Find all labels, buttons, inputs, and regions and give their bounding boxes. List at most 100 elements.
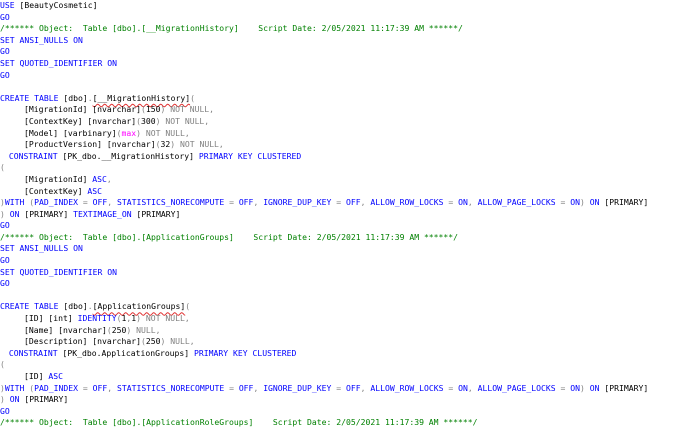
code-line[interactable]: (	[0, 162, 680, 174]
code-token: NULL,	[131, 324, 161, 335]
code-line[interactable]: [ID] [int] IDENTITY(1,1) NOT NULL,	[0, 313, 680, 325]
code-line[interactable]: GO	[0, 406, 680, 418]
code-token: SET QUOTED_IDENTIFIER ON	[0, 266, 117, 277]
code-line[interactable]: [ContextKey] [nvarchar](300) NOT NULL,	[0, 116, 680, 128]
code-line[interactable]: GO	[0, 255, 680, 267]
code-line[interactable]: )WITH (PAD_INDEX = OFF, STATISTICS_NOREC…	[0, 383, 680, 395]
code-token: [PRIMARY]	[24, 208, 69, 219]
code-token: STATISTICS_NORECOMPUTE	[116, 197, 230, 208]
code-line[interactable]: SET ANSI_NULLS ON	[0, 243, 680, 255]
code-line[interactable]	[0, 81, 680, 93]
code-line[interactable]: [Description] [nvarchar](250) NULL,	[0, 336, 680, 348]
code-line[interactable]	[0, 290, 680, 302]
code-line[interactable]: [ProductVersion] [nvarchar](32) NOT NULL…	[0, 139, 680, 151]
code-line[interactable]: GO	[0, 46, 680, 58]
code-token: ,	[107, 197, 117, 208]
code-token: USE	[0, 0, 20, 10]
code-token: OFF	[238, 197, 254, 208]
code-token: /****** Object: Table [dbo].[Application…	[0, 231, 459, 242]
code-token: ALLOW_PAGE_LOCKS	[477, 382, 561, 393]
code-line[interactable]: (	[0, 359, 680, 371]
code-line[interactable]: GO	[0, 70, 680, 82]
code-token: )	[579, 197, 590, 208]
code-line[interactable]: /****** Object: Table [dbo].[Application…	[0, 232, 680, 244]
code-line[interactable]: SET QUOTED_IDENTIFIER ON	[0, 58, 680, 70]
code-line[interactable]: [Name] [nvarchar](250) NULL,	[0, 325, 680, 337]
code-line[interactable]: )WITH (PAD_INDEX = OFF, STATISTICS_NOREC…	[0, 197, 680, 209]
code-token: ON	[458, 382, 468, 393]
code-line[interactable]: SET QUOTED_IDENTIFIER ON	[0, 267, 680, 279]
code-token: OFF	[238, 382, 254, 393]
code-token: WITH	[4, 197, 30, 208]
code-token: CREATE TABLE	[0, 92, 64, 103]
code-line[interactable]: ) ON [PRIMARY]	[0, 394, 680, 406]
code-token: ASC	[43, 371, 63, 381]
code-token: GO	[0, 69, 10, 80]
code-token: ON	[589, 382, 605, 393]
code-token: [dbo]	[63, 92, 88, 103]
code-token: NOT NULL,	[140, 127, 190, 138]
code-line[interactable]: CONSTRAINT [PK_dbo.ApplicationGroups] PR…	[0, 348, 680, 360]
code-token: )	[579, 382, 590, 393]
code-line[interactable]: GO	[0, 220, 680, 232]
code-token: GO	[0, 278, 10, 289]
code-token: ,	[467, 382, 478, 393]
code-line[interactable]: ) ON [PRIMARY] TEXTIMAGE_ON [PRIMARY]	[0, 209, 680, 221]
code-token: =	[229, 197, 239, 208]
code-token: [ApplicationGroups]	[92, 301, 186, 312]
code-token: (	[0, 359, 5, 370]
code-token: max	[121, 127, 137, 138]
code-line[interactable]: /****** Object: Table [dbo].[Application…	[0, 417, 680, 429]
code-token: =	[82, 197, 93, 208]
sql-editor[interactable]: USE [BeautyCosmetic] GO/****** Object: Ta…	[0, 0, 680, 431]
code-token: =	[82, 382, 93, 393]
code-line[interactable]: GO	[0, 278, 680, 290]
code-token: [PRIMARY]	[604, 197, 649, 208]
code-line[interactable]: [MigrationId] [nvarchar](150) NOT NULL,	[0, 104, 680, 116]
code-token: IDENTITY	[77, 313, 117, 324]
code-line[interactable]: SET ANSI_NULLS ON	[0, 35, 680, 47]
code-token: OFF	[346, 382, 361, 393]
code-token: ,	[360, 382, 371, 393]
code-token: ASC	[82, 185, 102, 196]
code-token: NULL,	[165, 336, 195, 347]
code-line[interactable]: CONSTRAINT [PK_dbo.__MigrationHistory] P…	[0, 151, 680, 163]
code-line[interactable]: GO	[0, 12, 680, 24]
code-token: ON	[570, 197, 580, 208]
code-token: ,	[467, 197, 478, 208]
code-token: [BeautyCosmetic]	[19, 0, 98, 10]
code-token: /****** Object: Table [dbo].[__Migration…	[0, 23, 463, 34]
code-token: PRIMARY KEY CLUSTERED	[189, 347, 297, 358]
code-token: GO	[0, 46, 10, 57]
code-token: ALLOW_PAGE_LOCKS	[477, 197, 561, 208]
code-line[interactable]: [ContextKey] ASC	[0, 186, 680, 198]
code-token: [__MigrationHistory]	[92, 92, 191, 103]
code-token: WITH	[4, 382, 30, 393]
code-line[interactable]: CREATE TABLE [dbo].[__MigrationHistory](	[0, 93, 680, 105]
code-token: =	[448, 382, 459, 393]
code-token: SET QUOTED_IDENTIFIER ON	[0, 57, 117, 68]
code-token: [ContextKey] [nvarchar]	[24, 115, 137, 126]
code-line[interactable]: /****** Object: Table [dbo].[__Migration…	[0, 23, 680, 35]
code-line[interactable]: [ID] ASC	[0, 371, 680, 383]
code-line[interactable]: CREATE TABLE [dbo].[ApplicationGroups](	[0, 301, 680, 313]
code-token: =	[336, 197, 347, 208]
code-line[interactable]: USE [BeautyCosmetic]	[0, 0, 680, 12]
code-line[interactable]: [Model] [varbinary](max) NOT NULL,	[0, 128, 680, 140]
code-token: IGNORE_DUP_KEY	[263, 382, 337, 393]
code-token: [PK_dbo.ApplicationGroups]	[62, 347, 190, 358]
code-token: )	[0, 208, 10, 219]
code-token: GO	[0, 405, 10, 416]
code-line[interactable]: [MigrationId] ASC,	[0, 174, 680, 186]
code-token: [PK_dbo.__MigrationHistory]	[62, 150, 195, 161]
code-token: 300	[140, 115, 156, 126]
code-token: /****** Object: Table [dbo].[Application…	[0, 417, 478, 428]
code-token: TEXTIMAGE_ON	[68, 208, 137, 219]
code-token: GO	[0, 220, 10, 231]
code-token: [MigrationId]	[24, 173, 88, 184]
code-token: NOT NULL,	[140, 313, 190, 324]
code-token: ,	[253, 197, 264, 208]
code-token: PRIMARY KEY CLUSTERED	[194, 150, 302, 161]
code-token: (	[190, 92, 195, 103]
code-token: ON	[589, 197, 605, 208]
